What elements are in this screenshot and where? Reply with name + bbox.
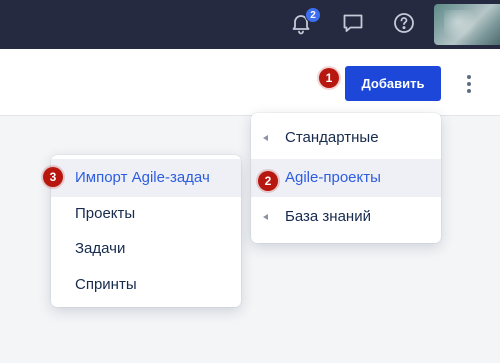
menu-item-agile-projects[interactable]: Agile-проекты xyxy=(251,159,441,197)
menu-item-label: Agile-проекты xyxy=(285,169,381,186)
menu-item-label: База знаний xyxy=(285,208,371,225)
add-dropdown-menu: Стандартные Agile-проекты База знаний xyxy=(251,113,441,243)
step-marker-1: 1 xyxy=(319,68,339,88)
help-icon[interactable] xyxy=(392,11,416,35)
chat-icon[interactable] xyxy=(341,11,365,35)
more-options-icon[interactable] xyxy=(460,72,478,96)
menu-item-sprints[interactable]: Спринты xyxy=(51,266,241,304)
notification-count-badge: 2 xyxy=(305,7,321,23)
menu-item-standard[interactable]: Стандартные xyxy=(251,119,441,157)
step-marker-2: 2 xyxy=(258,171,278,191)
menu-item-label: Задачи xyxy=(75,240,126,257)
menu-item-label: Стандартные xyxy=(285,129,379,146)
menu-item-label: Импорт Agile-задач xyxy=(75,169,210,186)
step-marker-3: 3 xyxy=(43,167,63,187)
agile-submenu: Импорт Agile-задач Проекты Задачи Спринт… xyxy=(51,155,241,307)
chevron-left-icon xyxy=(263,214,268,220)
menu-item-knowledge-base[interactable]: База знаний xyxy=(251,198,441,236)
menu-item-label: Спринты xyxy=(75,276,137,293)
menu-item-label: Проекты xyxy=(75,205,136,222)
menu-item-projects[interactable]: Проекты xyxy=(51,195,241,233)
add-button[interactable]: Добавить xyxy=(345,66,441,101)
user-avatar[interactable] xyxy=(434,4,500,45)
menu-item-import-agile-tasks[interactable]: Импорт Agile-задач xyxy=(51,159,241,197)
menu-item-tasks[interactable]: Задачи xyxy=(51,230,241,268)
top-navigation-bar: 2 xyxy=(0,0,500,49)
chevron-left-icon xyxy=(263,135,268,141)
